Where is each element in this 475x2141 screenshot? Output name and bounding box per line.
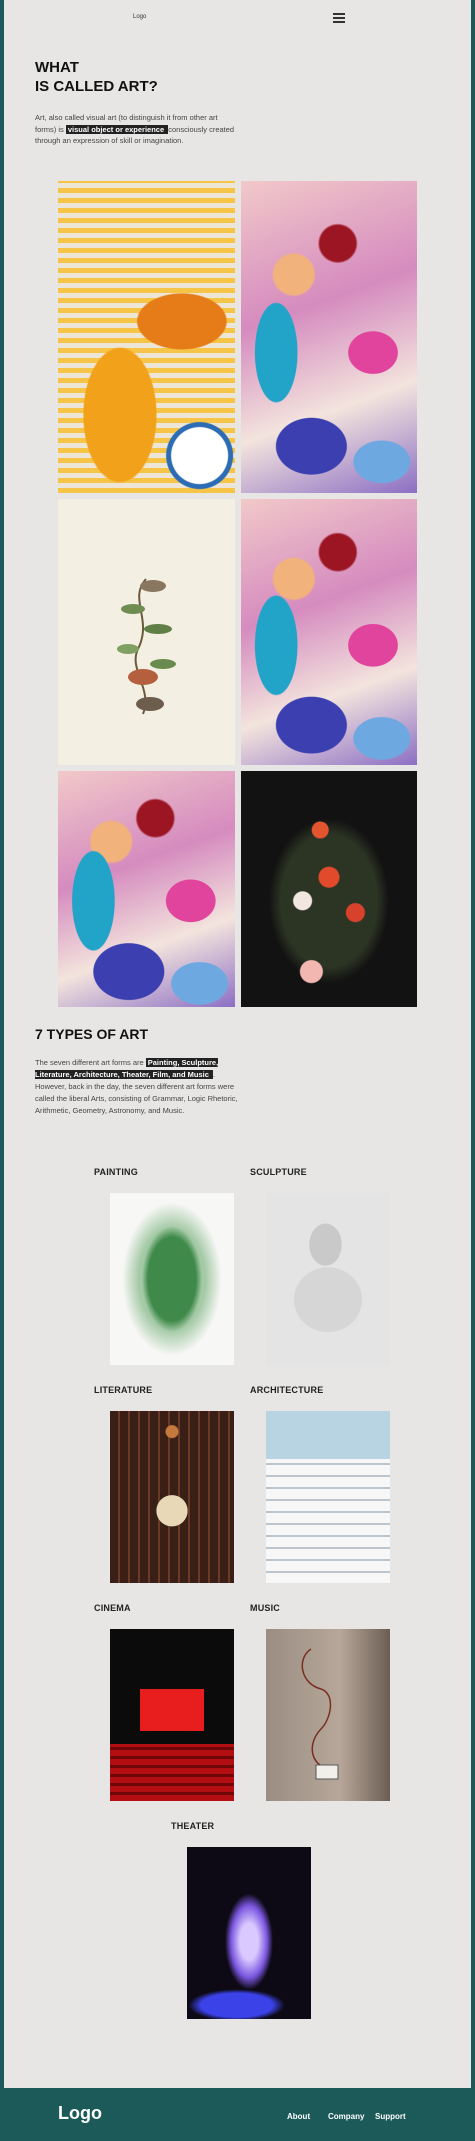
gallery-image-birds — [58, 499, 235, 765]
category-label-architecture: ARCHITECTURE — [250, 1385, 324, 1395]
category-image-literature[interactable] — [110, 1411, 234, 1583]
intro-highlight: visual object or experience — [65, 124, 169, 134]
gallery-image-flowers — [241, 771, 417, 1007]
types-description: The seven different art forms are Painti… — [35, 1057, 245, 1117]
header-logo[interactable]: Logo — [133, 14, 146, 20]
page-content: Logo WHAT IS CALLED ART? Art, also calle… — [4, 0, 471, 2088]
category-label-music: MUSIC — [250, 1603, 280, 1613]
hamburger-menu-icon[interactable] — [333, 13, 345, 23]
category-label-theater: THEATER — [171, 1821, 215, 1831]
footer-logo[interactable]: Logo — [58, 2103, 102, 2124]
gallery-image-abstract-colorful-3 — [58, 771, 235, 1007]
category-label-literature: LITERATURE — [94, 1385, 153, 1395]
category-image-theater[interactable] — [187, 1847, 311, 2019]
types-title: 7 TYPES OF ART — [35, 1026, 149, 1042]
gallery-image-abstract-colorful-2 — [241, 499, 417, 765]
top-bar: Logo — [4, 0, 471, 36]
category-image-painting[interactable] — [110, 1193, 234, 1365]
hero-intro: Art, also called visual art (to distingu… — [35, 112, 235, 147]
category-image-music[interactable] — [266, 1629, 390, 1801]
gallery-image-abstract-orange — [58, 181, 235, 493]
gallery-image-abstract-colorful — [241, 181, 417, 493]
footer: Logo About Company Support — [0, 2088, 475, 2141]
category-label-sculpture: SCULPTURE — [250, 1167, 307, 1177]
category-label-painting: PAINTING — [94, 1167, 138, 1177]
category-image-sculpture[interactable] — [266, 1193, 390, 1365]
hero-title: WHAT IS CALLED ART? — [35, 59, 158, 95]
footer-link-company[interactable]: Company — [328, 2112, 364, 2121]
footer-link-support[interactable]: Support — [375, 2112, 406, 2121]
types-text: The seven different art forms are — [35, 1058, 146, 1067]
category-label-cinema: CINEMA — [94, 1603, 131, 1613]
category-image-cinema[interactable] — [110, 1629, 234, 1801]
category-image-architecture[interactable] — [266, 1411, 390, 1583]
footer-link-about[interactable]: About — [287, 2112, 310, 2121]
